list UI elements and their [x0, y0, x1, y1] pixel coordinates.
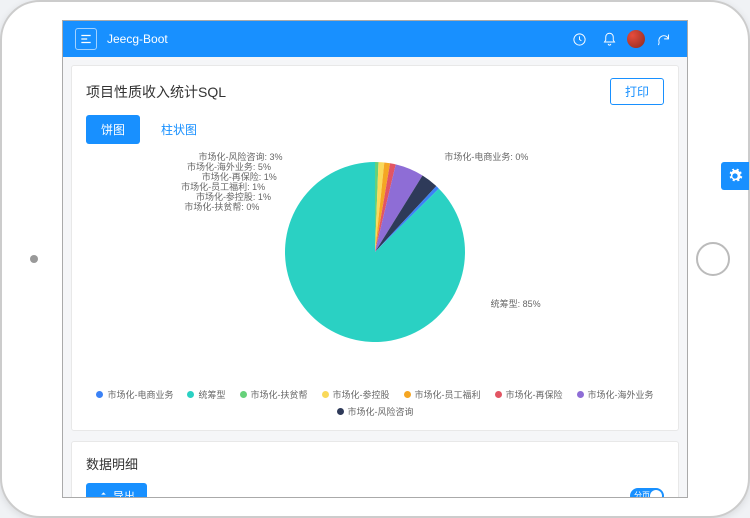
- legend-item[interactable]: 市场化-再保险: [495, 388, 563, 401]
- tab-bar[interactable]: 柱状图: [146, 115, 212, 144]
- legend-dot-icon: [577, 391, 584, 398]
- chart-slice-label: 市场化-扶贫帮: 0%: [184, 200, 259, 213]
- tab-pie[interactable]: 饼图: [86, 115, 140, 144]
- legend-dot-icon: [322, 391, 329, 398]
- pie-chart: 市场化-电商业务: 0%统筹型: 85%市场化-扶贫帮: 0%市场化-参控股: …: [86, 152, 664, 382]
- chart-slice-label: 市场化-再保险: 1%: [202, 170, 277, 183]
- chart-legend: 市场化-电商业务 统筹型 市场化-扶贫帮 市场化-参控股 市场化-员工福利 市场化-再保险…: [86, 382, 664, 418]
- brand-title: Jeecg-Boot: [107, 32, 168, 46]
- user-avatar[interactable]: [627, 30, 645, 48]
- upload-icon: [98, 491, 109, 498]
- export-button[interactable]: 导出: [86, 483, 147, 497]
- legend-item[interactable]: 市场化-扶贫帮: [240, 388, 308, 401]
- pagination-switch[interactable]: 分页: [630, 488, 664, 497]
- legend-item[interactable]: 市场化-电商业务: [96, 388, 173, 401]
- chart-slice-label: 市场化-员工福利: 1%: [181, 180, 265, 193]
- legend-item[interactable]: 市场化-参控股: [322, 388, 390, 401]
- chart-slice-label: 市场化-参控股: 1%: [196, 190, 271, 203]
- legend-item[interactable]: 统筹型: [187, 388, 225, 401]
- legend-dot-icon: [96, 391, 103, 398]
- legend-item[interactable]: 市场化-风险咨询: [337, 405, 414, 418]
- legend-dot-icon: [240, 391, 247, 398]
- legend-dot-icon: [404, 391, 411, 398]
- detail-card: 数据明细 导出 分页 #项目性质保险经纪佣金费风险咨询费承保公估评估费保险公估费…: [71, 441, 679, 497]
- print-button[interactable]: 打印: [610, 78, 664, 105]
- menu-toggle-button[interactable]: [75, 28, 97, 50]
- legend-dot-icon: [337, 408, 344, 415]
- refresh-icon[interactable]: [651, 27, 675, 51]
- chart-type-tabs: 饼图 柱状图: [86, 115, 664, 144]
- chart-slice-label: 统筹型: 85%: [491, 297, 541, 310]
- legend-item[interactable]: 市场化-海外业务: [577, 388, 654, 401]
- chart-card-title: 项目性质收入统计SQL: [86, 82, 226, 102]
- app-header: Jeecg-Boot: [63, 21, 687, 57]
- chart-slice-label: 市场化-海外业务: 5%: [187, 160, 271, 173]
- detail-card-title: 数据明细: [86, 454, 664, 473]
- chart-card: 项目性质收入统计SQL 打印 饼图 柱状图 市场化-电商业务: 0%统筹型: 8…: [71, 65, 679, 431]
- legend-dot-icon: [187, 391, 194, 398]
- legend-item[interactable]: 市场化-员工福利: [404, 388, 481, 401]
- legend-dot-icon: [495, 391, 502, 398]
- chart-slice-label: 市场化-风险咨询: 3%: [199, 150, 283, 163]
- clock-icon[interactable]: [567, 27, 591, 51]
- bell-icon[interactable]: [597, 27, 621, 51]
